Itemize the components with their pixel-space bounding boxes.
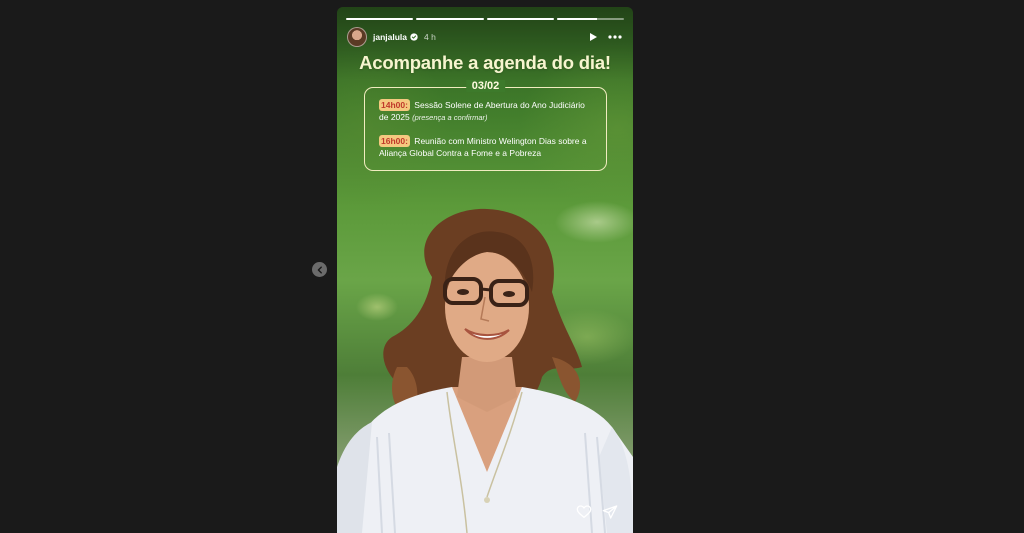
- story-header: janjalula 4 h: [347, 27, 623, 47]
- verified-badge-icon: [410, 33, 418, 41]
- agenda-time-badge: 14h00:: [379, 99, 410, 111]
- story-footer: [575, 503, 619, 521]
- username[interactable]: janjalula: [373, 32, 407, 42]
- chevron-left-icon: [317, 265, 322, 274]
- progress-fill: [486, 18, 554, 20]
- progress-segment: [556, 18, 624, 20]
- agenda-item-note: (presença a confirmar): [412, 113, 488, 122]
- heart-icon: [576, 505, 592, 518]
- post-time: 4 h: [424, 32, 436, 42]
- portrait-photo: [337, 208, 633, 533]
- agenda-item-text: Reunião com Ministro Welington Dias sobr…: [379, 136, 587, 158]
- story-card[interactable]: janjalula 4 h Acompanhe a agenda do dia!…: [337, 7, 633, 533]
- like-button[interactable]: [575, 503, 593, 521]
- progress-segment: [346, 18, 414, 20]
- progress-fill: [556, 18, 598, 20]
- agenda-box: 03/02 14h00: Sessão Solene de Abertura d…: [364, 80, 607, 171]
- more-options-button[interactable]: [607, 29, 623, 45]
- progress-fill: [416, 18, 484, 20]
- agenda-item: 16h00: Reunião com Ministro Welington Di…: [379, 135, 596, 159]
- send-icon: [602, 505, 618, 519]
- progress-segment: [486, 18, 554, 20]
- previous-story-button[interactable]: [312, 262, 327, 277]
- avatar[interactable]: [347, 27, 367, 47]
- agenda-time-badge: 16h00:: [379, 135, 410, 147]
- story-progress-bar: [346, 18, 624, 20]
- play-icon: [590, 33, 597, 41]
- agenda-item: 14h00: Sessão Solene de Abertura do Ano …: [379, 99, 596, 124]
- progress-segment: [416, 18, 484, 20]
- progress-fill: [346, 18, 414, 20]
- share-button[interactable]: [601, 503, 619, 521]
- play-button[interactable]: [585, 29, 601, 45]
- more-icon: [608, 35, 622, 39]
- story-headline: Acompanhe a agenda do dia!: [359, 52, 611, 73]
- agenda-date: 03/02: [465, 80, 506, 92]
- story-viewer: janjalula 4 h Acompanhe a agenda do dia!…: [0, 0, 1024, 533]
